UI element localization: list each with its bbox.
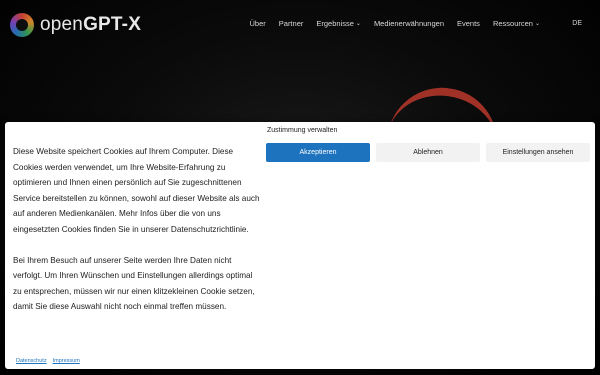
imprint-link[interactable]: Impressum <box>53 358 80 364</box>
decline-button[interactable]: Ablehnen <box>376 143 480 162</box>
nav-item-events[interactable]: Events <box>457 19 480 28</box>
nav-item-label: Über <box>249 19 266 28</box>
chevron-down-icon: ⌄ <box>534 21 540 27</box>
accept-button[interactable]: Akzeptieren <box>266 143 370 162</box>
logo-text-prefix: open <box>40 14 84 35</box>
site-header: openGPT-X Über Partner Ergebnisse ⌄ Medi… <box>0 0 600 50</box>
cookie-banner-text[interactable]: Diese Website speichert Cookies auf Ihre… <box>13 144 261 349</box>
opengptx-logo-icon <box>10 13 34 37</box>
main-nav: Über Partner Ergebnisse ⌄ Medienerwähnun… <box>237 19 541 28</box>
nav-item-ueber[interactable]: Über <box>250 19 266 28</box>
privacy-link[interactable]: Datenschutz <box>16 358 47 364</box>
cookie-banner-buttons: Akzeptieren Ablehnen Einstellungen anseh… <box>266 143 590 162</box>
nav-item-ressourcen[interactable]: Ressourcen ⌄ <box>493 19 540 28</box>
logo-text-suffix: GPT-X <box>83 14 142 35</box>
chevron-down-icon: ⌄ <box>355 21 361 27</box>
nav-item-label: Ergebnisse <box>316 19 354 28</box>
settings-button[interactable]: Einstellungen ansehen <box>486 143 590 162</box>
nav-item-label: Events <box>457 19 480 28</box>
nav-item-partner[interactable]: Partner <box>279 19 304 28</box>
cookie-banner-paragraph: Bei Ihrem Besuch auf unserer Seite werde… <box>13 255 255 312</box>
cookie-consent-banner: Zustimmung verwalten Diese Website speic… <box>5 122 595 369</box>
nav-item-label: Ressourcen <box>492 19 533 28</box>
cookie-banner-paragraph: Diese Website speichert Cookies auf Ihre… <box>13 147 260 234</box>
cookie-banner-links: Datenschutz Impressum <box>16 358 80 364</box>
logo-text: openGPT-X <box>40 14 141 36</box>
nav-item-label: Partner <box>278 19 304 28</box>
language-switcher[interactable]: DE <box>572 20 582 27</box>
cookie-banner-title: Zustimmung verwalten <box>267 127 338 134</box>
nav-item-ergebnisse[interactable]: Ergebnisse ⌄ <box>316 19 361 28</box>
nav-item-medienerwaehnungen[interactable]: Medienerwähnungen <box>374 19 444 28</box>
nav-item-label: Medienerwähnungen <box>373 19 444 28</box>
site-logo[interactable]: openGPT-X <box>10 12 141 38</box>
